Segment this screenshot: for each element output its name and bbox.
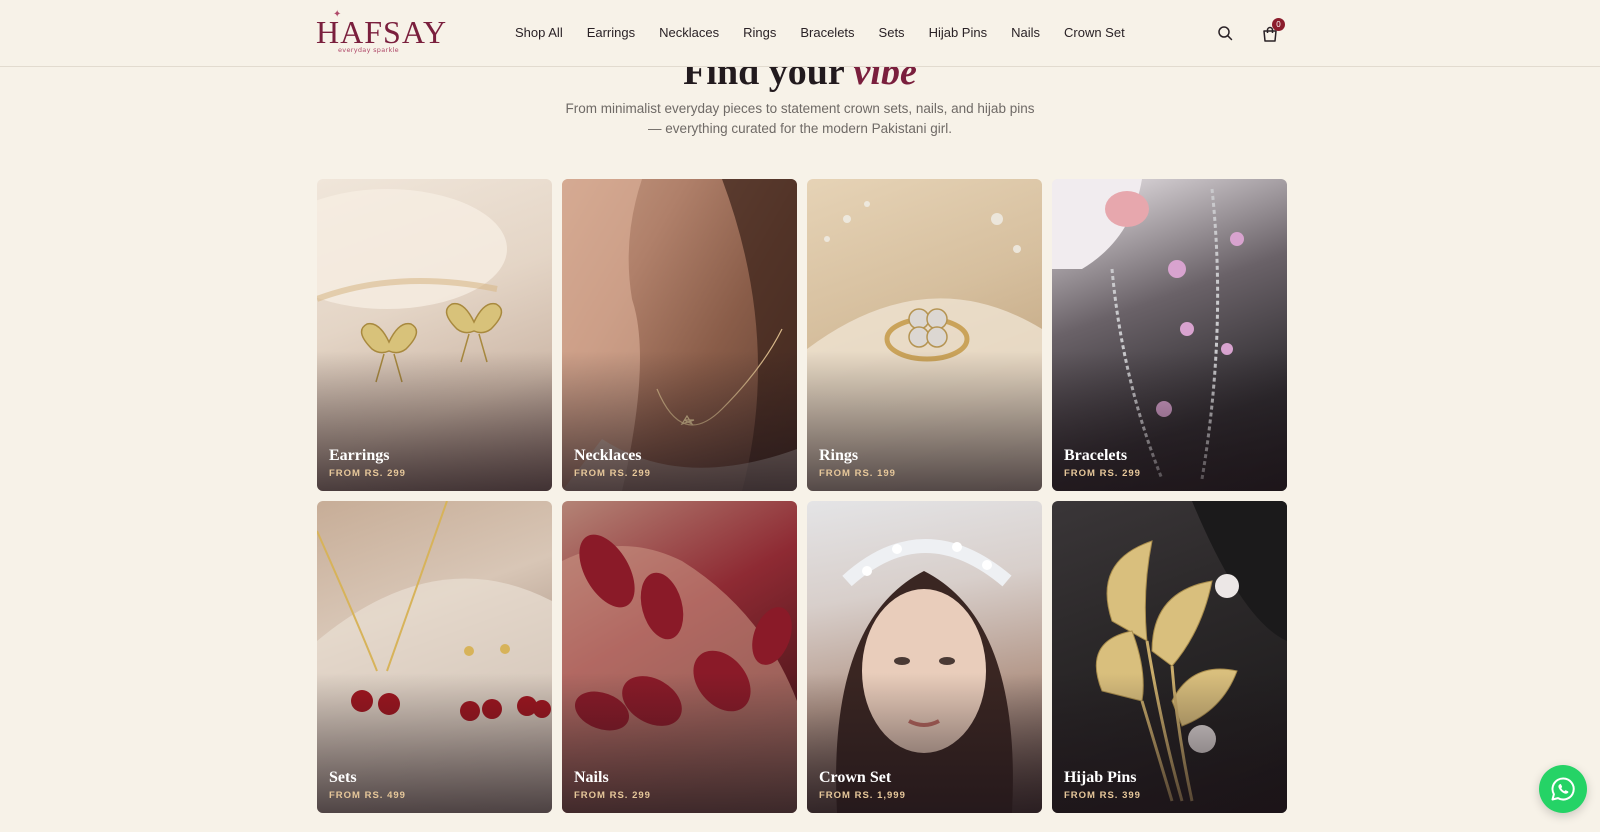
search-icon	[1218, 26, 1233, 41]
category-card-crown-set[interactable]: Crown Set FROM RS. 1,999	[807, 501, 1042, 813]
category-title: Nails	[574, 769, 609, 786]
nav-item-rings[interactable]: Rings	[743, 22, 776, 44]
nav-item-bracelets[interactable]: Bracelets	[800, 22, 854, 44]
nav-item-nails[interactable]: Nails	[1011, 22, 1040, 44]
nav-item-hijab-pins[interactable]: Hijab Pins	[929, 22, 988, 44]
nav-item-crown-set[interactable]: Crown Set	[1064, 22, 1125, 44]
category-price: FROM RS. 299	[329, 468, 406, 479]
category-grid: Earrings FROM RS. 299 Necklaces FROM RS.…	[317, 179, 1287, 813]
main-nav: Shop All Earrings Necklaces Rings Bracel…	[515, 22, 1125, 44]
category-price: FROM RS. 199	[819, 468, 896, 479]
category-price: FROM RS. 499	[329, 790, 406, 801]
category-card-hijab-pins[interactable]: Hijab Pins FROM RS. 399	[1052, 501, 1287, 813]
category-price: FROM RS. 299	[1064, 468, 1141, 479]
category-card-sets[interactable]: Sets FROM RS. 499	[317, 501, 552, 813]
category-title: Sets	[329, 769, 357, 786]
whatsapp-button[interactable]	[1539, 765, 1587, 813]
search-button[interactable]	[1215, 22, 1235, 44]
category-title: Hijab Pins	[1064, 769, 1137, 786]
category-title: Necklaces	[574, 447, 642, 464]
brand-tagline: everyday sparkle	[338, 46, 399, 54]
category-price: FROM RS. 399	[1064, 790, 1141, 801]
category-price: FROM RS. 299	[574, 790, 651, 801]
category-title: Rings	[819, 447, 859, 464]
cart-count-badge: 0	[1272, 18, 1285, 31]
nav-item-earrings[interactable]: Earrings	[587, 22, 635, 44]
category-card-bracelets[interactable]: Bracelets FROM RS. 299	[1052, 179, 1287, 491]
category-title: Crown Set	[819, 769, 892, 786]
nav-item-necklaces[interactable]: Necklaces	[659, 22, 719, 44]
category-card-rings[interactable]: Rings FROM RS. 199	[807, 179, 1042, 491]
category-card-nails[interactable]: Nails FROM RS. 299	[562, 501, 797, 813]
category-title: Earrings	[329, 447, 390, 464]
cart-button[interactable]: 0	[1260, 18, 1285, 44]
category-price: FROM RS. 1,999	[819, 790, 906, 801]
category-price: FROM RS. 299	[574, 468, 651, 479]
category-card-necklaces[interactable]: Necklaces FROM RS. 299	[562, 179, 797, 491]
nav-item-shop-all[interactable]: Shop All	[515, 22, 563, 44]
category-card-earrings[interactable]: Earrings FROM RS. 299	[317, 179, 552, 491]
site-header: ✦ HAFSAY everyday sparkle Shop All Earri…	[0, 0, 1600, 67]
whatsapp-icon	[1551, 777, 1575, 801]
nav-item-sets[interactable]: Sets	[879, 22, 905, 44]
category-title: Bracelets	[1064, 447, 1128, 464]
hero-subtitle: From minimalist everyday pieces to state…	[565, 101, 1035, 136]
brand-logo[interactable]: ✦ HAFSAY everyday sparkle	[316, 9, 446, 56]
